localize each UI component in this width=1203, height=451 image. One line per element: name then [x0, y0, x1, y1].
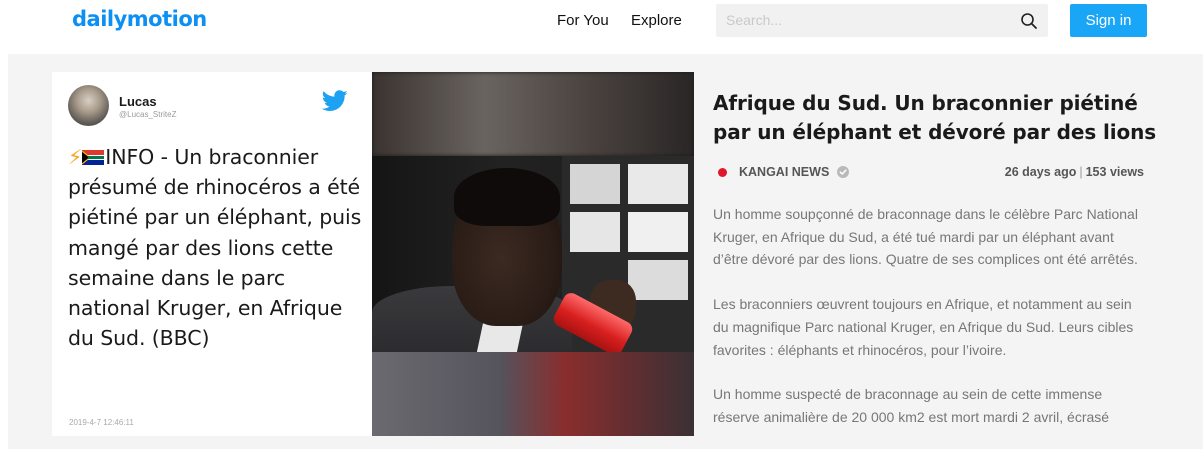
nav-for-you[interactable]: For You [557, 12, 609, 29]
tweet-author-handle[interactable]: @Lucas_StriteZ [119, 110, 176, 119]
video-views: 153 views [1085, 165, 1144, 179]
twitter-bird-icon [322, 90, 348, 111]
tweet-date: 2019-4-7 12:46:11 [69, 418, 134, 427]
video-description: Un homme soupçonné de braconnage dans le… [713, 203, 1148, 451]
tweet-text: ⚡ INFO - Un braconnier présumé de rhinocé… [68, 142, 364, 353]
channel-avatar-dot[interactable] [718, 168, 727, 177]
search-bar [716, 4, 1048, 37]
channel-name[interactable]: KANGAI NEWS [739, 165, 829, 179]
top-header: dailymotion For You Explore Sign in [0, 0, 1203, 44]
description-paragraph: Un homme suspecté de braconnage au sein … [713, 386, 1110, 425]
nav-explore[interactable]: Explore [631, 12, 682, 29]
tweet-card[interactable]: Lucas @Lucas_StriteZ ⚡ INFO - Un braconni… [52, 72, 372, 436]
avatar[interactable] [68, 85, 109, 126]
south-africa-flag-icon [81, 150, 105, 165]
search-input[interactable] [726, 10, 1006, 30]
video-meta: 26 days ago | 153 views [1004, 165, 1144, 179]
hair [454, 168, 560, 226]
description-paragraph: Un homme soupçonné de braconnage dans le… [713, 206, 1138, 268]
verified-check-icon [837, 166, 849, 178]
video-player-thumbnail[interactable] [372, 72, 694, 436]
video-title: Afrique du Sud. Un braconnier piétiné pa… [713, 91, 1157, 144]
sign-in-button[interactable]: Sign in [1070, 4, 1147, 37]
video-blur-bottom [372, 352, 694, 436]
search-icon[interactable] [1020, 12, 1038, 30]
description-paragraph: Les braconniers œuvrent toujours en Afri… [713, 296, 1134, 358]
video-frame [372, 156, 694, 358]
dailymotion-logo[interactable]: dailymotion [72, 7, 207, 31]
tweet-body: INFO - Un braconnier présumé de rhinocér… [68, 145, 362, 351]
video-blur-top [372, 72, 694, 156]
lightning-icon: ⚡ [68, 145, 83, 169]
tweet-author-name[interactable]: Lucas [119, 94, 157, 109]
video-age: 26 days ago [1004, 165, 1077, 179]
